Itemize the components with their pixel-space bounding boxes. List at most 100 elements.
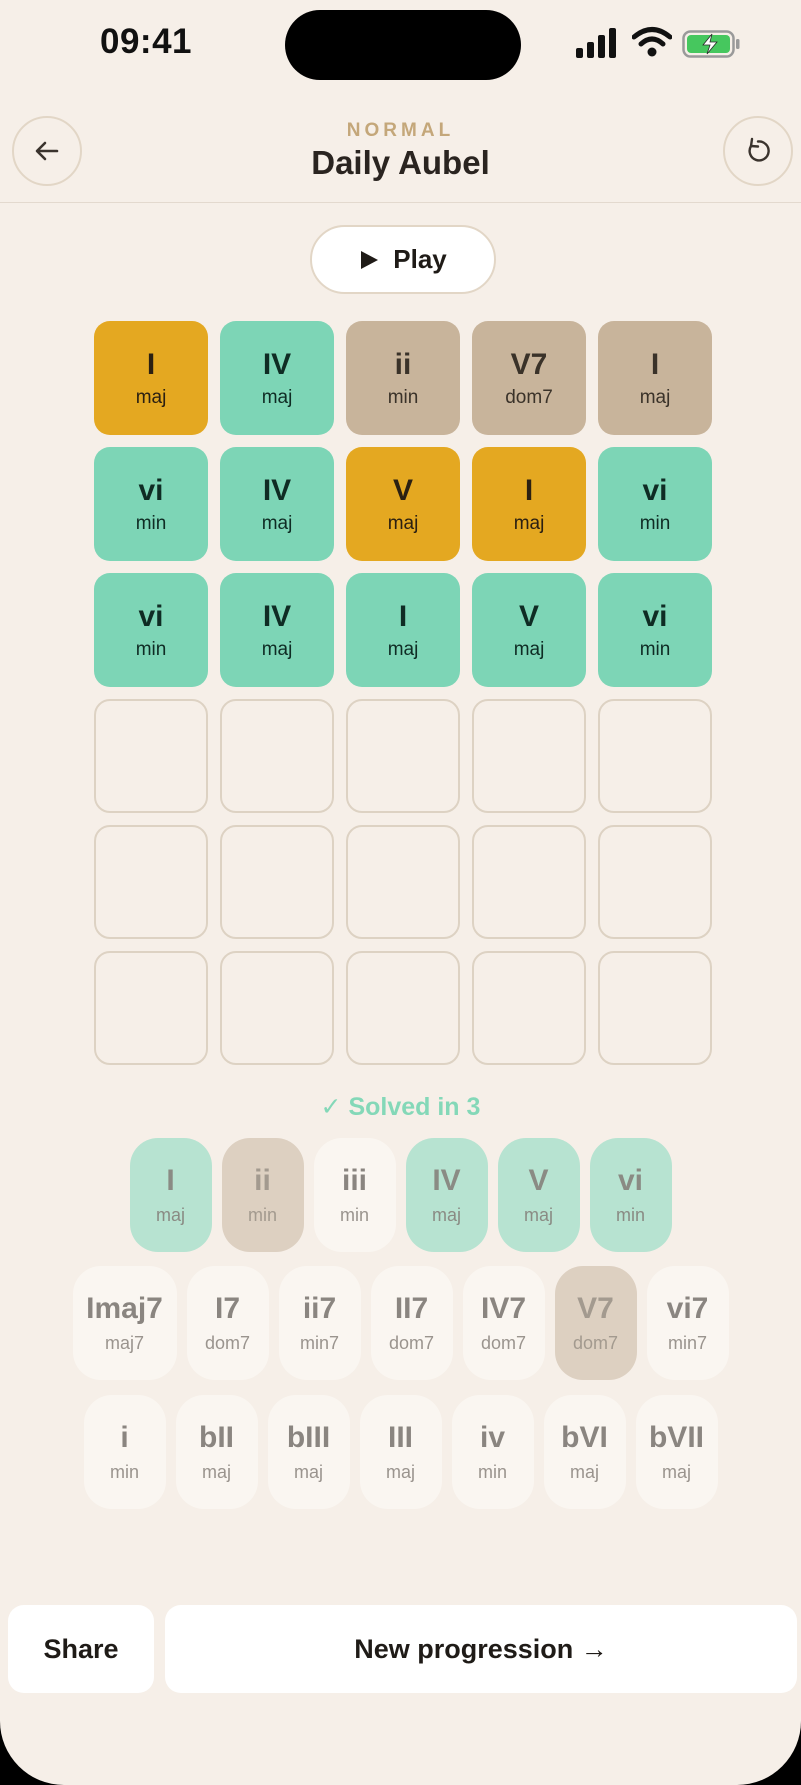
guess-cell: IV maj — [220, 447, 334, 561]
chord-numeral: bVI — [561, 1421, 608, 1454]
guess-cell: vi min — [94, 447, 208, 561]
app-screen: 09:41 NORMAL Daily Aubel Play I maj IV m… — [0, 0, 801, 1785]
chord-quality: dom7 — [572, 1333, 619, 1353]
empty-cell — [94, 825, 208, 939]
chord-numeral: IV7 — [480, 1292, 527, 1325]
chord-key[interactable]: ii7 min7 — [278, 1266, 361, 1380]
chord-key[interactable]: Vmaj — [497, 1138, 580, 1252]
guess-cell: IV maj — [220, 321, 334, 435]
play-label: Play — [393, 244, 447, 274]
chord-quality: min — [109, 1462, 139, 1482]
chord-key[interactable]: ii min — [221, 1138, 304, 1252]
chord-key[interactable]: vi min — [589, 1138, 672, 1252]
chord-quality: maj — [661, 1462, 691, 1482]
guess-cell: ii min — [346, 321, 460, 435]
chord-quality: maj — [261, 638, 293, 660]
header: NORMAL Daily Aubel — [0, 96, 801, 203]
empty-cell — [346, 699, 460, 813]
status-time: 09:41 — [100, 22, 193, 61]
empty-cell — [598, 951, 712, 1065]
chord-numeral: IV — [262, 599, 292, 633]
chord-key[interactable]: bIII maj — [267, 1395, 350, 1509]
empty-cell — [472, 699, 586, 813]
chord-key[interactable]: iv min — [451, 1395, 534, 1509]
empty-cell — [220, 699, 334, 813]
chord-key[interactable]: Imaj7 maj7 — [72, 1266, 177, 1380]
chord-quality: min — [135, 638, 167, 660]
empty-cell — [598, 699, 712, 813]
chord-key[interactable]: III maj — [359, 1395, 442, 1509]
chord-quality: maj7 — [104, 1333, 144, 1353]
empty-cell — [472, 951, 586, 1065]
chord-quality: min7 — [667, 1333, 707, 1353]
guess-cell: Imaj — [472, 447, 586, 561]
chord-numeral: vi — [617, 1164, 644, 1197]
chord-numeral: V — [518, 599, 539, 633]
chord-key[interactable]: vi7 min7 — [646, 1266, 729, 1380]
chord-quality: maj — [431, 1205, 461, 1225]
guess-cell: vi min — [598, 573, 712, 687]
share-button[interactable]: Share — [8, 1605, 154, 1693]
chord-quality: maj — [201, 1462, 231, 1482]
chord-numeral: vi — [138, 599, 164, 633]
solved-message: ✓ Solved in 3 — [320, 1093, 481, 1121]
chord-key[interactable]: IV7 dom7 — [462, 1266, 545, 1380]
chord-quality: maj — [135, 386, 167, 408]
new-progression-button[interactable]: New progression → — [165, 1605, 797, 1693]
chord-key[interactable]: V7 dom7 — [554, 1266, 637, 1380]
guess-cell: Vmaj — [472, 573, 586, 687]
guess-cell: Vmaj — [346, 447, 460, 561]
chord-numeral: i — [120, 1421, 129, 1454]
chord-key[interactable]: bVI maj — [543, 1395, 626, 1509]
page-title: Daily Aubel — [311, 144, 490, 181]
chord-numeral: vi7 — [666, 1292, 709, 1325]
chord-numeral: ii7 — [302, 1292, 337, 1325]
chord-key[interactable]: Imaj — [129, 1138, 212, 1252]
guess-cell: V7 dom7 — [472, 321, 586, 435]
chord-quality: maj — [155, 1205, 185, 1225]
chord-quality: min — [387, 386, 419, 408]
cellular-signal-icon — [576, 28, 616, 58]
chord-numeral: IV — [432, 1164, 461, 1197]
empty-cell — [598, 825, 712, 939]
chord-key[interactable]: I7 dom7 — [186, 1266, 269, 1380]
chord-key[interactable]: i min — [83, 1395, 166, 1509]
chord-key[interactable]: bII maj — [175, 1395, 258, 1509]
chord-numeral: IV — [262, 473, 292, 507]
chord-numeral: I7 — [214, 1292, 241, 1325]
chord-key[interactable]: IV maj — [405, 1138, 488, 1252]
chord-quality: maj — [639, 386, 671, 408]
chord-numeral: I — [398, 599, 408, 633]
chord-quality: min — [247, 1205, 277, 1225]
chord-numeral: III — [387, 1421, 413, 1454]
empty-cell — [346, 951, 460, 1065]
chord-numeral: Imaj7 — [86, 1292, 163, 1325]
chord-quality: maj — [261, 386, 293, 408]
chord-key[interactable]: iii min — [313, 1138, 396, 1252]
guess-cell: Imaj — [598, 321, 712, 435]
chord-keyboard-row-2: Imaj7 maj7 I7 dom7 ii7 min7 II7 dom7 IV7 dom7 V7 do… — [0, 1266, 801, 1380]
chord-numeral: II7 — [394, 1292, 429, 1325]
chord-numeral: iv — [479, 1421, 506, 1454]
battery-charging-icon — [682, 30, 740, 58]
chord-numeral: ii — [254, 1164, 271, 1197]
chord-keyboard-row-1: Imaj ii min iii min IV maj Vmaj vi min — [0, 1138, 801, 1252]
empty-cell — [220, 825, 334, 939]
chord-quality: dom7 — [388, 1333, 435, 1353]
chord-quality: maj — [523, 1205, 553, 1225]
chord-quality: maj — [387, 638, 419, 660]
guess-cell: vi min — [598, 447, 712, 561]
dynamic-island — [285, 10, 521, 80]
chord-quality: min — [135, 512, 167, 534]
chord-numeral: ii — [394, 347, 412, 381]
chord-key[interactable]: II7 dom7 — [370, 1266, 453, 1380]
chord-key[interactable]: bVII maj — [635, 1395, 718, 1509]
chord-numeral: iii — [341, 1164, 367, 1197]
play-button[interactable]: Play — [310, 225, 496, 294]
chord-quality: maj — [261, 512, 293, 534]
reset-button[interactable] — [723, 116, 793, 186]
chord-quality: dom7 — [204, 1333, 251, 1353]
empty-cell — [220, 951, 334, 1065]
chord-quality: maj — [569, 1462, 599, 1482]
empty-cell — [94, 951, 208, 1065]
